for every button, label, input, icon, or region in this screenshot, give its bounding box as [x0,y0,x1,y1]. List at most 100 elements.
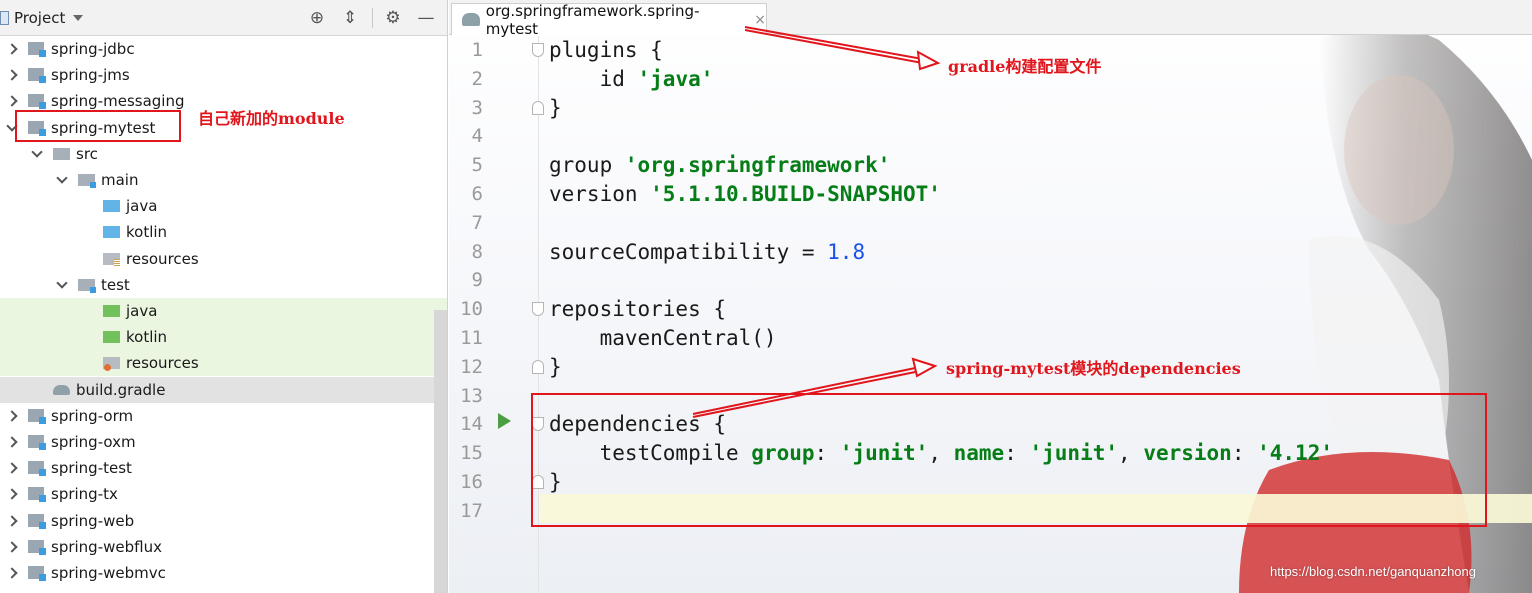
tree-item-label: resources [126,249,199,268]
chevron-down-icon[interactable] [73,14,84,21]
chevron-right-icon[interactable] [6,95,18,107]
chevron-right-icon[interactable] [6,462,18,474]
line-number: 11 [460,327,483,349]
code-token: } [549,95,562,120]
chevron-down-icon[interactable] [31,148,43,160]
tree-item-spring-test[interactable]: spring-test [0,455,447,481]
tree-item-java[interactable]: java [0,298,447,324]
tree-item-label: spring-web [51,511,135,530]
line-number: 15 [460,442,483,465]
gear-icon[interactable]: ⚙ [382,7,404,29]
tree-item-spring-jdbc[interactable]: spring-jdbc [0,36,447,62]
code-line[interactable]: group 'org.springframework' [549,151,890,180]
code-line[interactable]: } [549,94,562,123]
header-divider [372,7,373,28]
line-number: 5 [471,154,483,177]
target-icon[interactable]: ⊕ [306,7,328,29]
code-line[interactable]: version '5.1.10.BUILD-SNAPSHOT' [549,180,941,209]
watermark: https://blog.csdn.net/ganquanzhong [1270,564,1476,579]
tree-item-spring-oxm[interactable]: spring-oxm [0,429,447,455]
code-token: repositories { [549,297,727,322]
tab-build-gradle[interactable]: org.springframework.spring-mytest × [451,1,767,38]
code-token: sourceCompatibility = [549,239,828,264]
chevron-right-icon[interactable] [6,515,18,527]
annotation-new-module: 自己新加的module [198,109,345,128]
module-icon [28,565,46,581]
tree-item-spring-tx[interactable]: spring-tx [0,481,447,507]
code-token: 'org.springframework' [624,153,891,178]
chevron-right-icon[interactable] [6,43,18,55]
tree-item-label: java [126,197,158,216]
project-panel-header: Project ⊕ ⇕ ⚙ — [0,0,447,36]
line-number: 12 [460,355,483,378]
tree-item-main[interactable]: main [0,167,447,193]
chevron-right-icon[interactable] [6,567,18,579]
tree-item-label: main [101,171,139,189]
chevron-right-icon[interactable] [6,410,18,422]
tree-item-java[interactable]: java [0,193,447,219]
tree-item-resources[interactable]: resources [0,246,447,272]
chevron-right-icon[interactable] [6,436,18,448]
module-icon [28,408,46,424]
code-token: plugins { [549,38,663,62]
line-number: 1 [471,39,483,61]
tree-item-label: spring-oxm [51,433,136,451]
chevron-right-icon[interactable] [6,541,18,553]
tree-item-kotlin[interactable]: kotlin [0,324,447,351]
tree-item-spring-jms[interactable]: spring-jms [0,62,447,88]
code-line[interactable]: plugins { [549,36,663,65]
chevron-down-icon[interactable] [56,174,68,186]
code-line[interactable]: sourceCompatibility = 1.8 [549,238,865,267]
line-number: 13 [460,384,483,407]
folder-icon [103,251,121,267]
chevron-right-icon[interactable] [6,69,18,81]
module-icon [28,41,46,57]
tree-item-test[interactable]: test [0,272,447,298]
tree-item-resources[interactable]: resources [0,350,447,377]
module-icon [28,513,46,529]
tree-item-spring-web[interactable]: spring-web [0,508,447,534]
tree-item-src[interactable]: src [0,141,447,167]
code-line[interactable]: id 'java' [549,65,714,94]
annotation-gradle-config: gradle构建配置文件 [948,57,1102,76]
module-highlight-box [15,110,181,142]
tree-scrollbar[interactable] [434,310,447,593]
close-icon[interactable]: × [754,12,766,28]
fold-marker-icon[interactable] [532,302,544,317]
tree-item-spring-webmvc[interactable]: spring-webmvc [0,560,447,586]
tree-item-kotlin[interactable]: kotlin [0,219,447,245]
tree-item-label: src [76,144,98,163]
line-number: 2 [471,67,483,90]
code-token: '5.1.10.BUILD-SNAPSHOT' [650,182,941,206]
code-token: version [549,182,651,206]
tree-item-spring-orm[interactable]: spring-orm [0,403,447,429]
tree-item-label: spring-webflux [51,537,162,556]
tree-item-spring-webflux[interactable]: spring-webflux [0,534,447,560]
annotation-dependencies: spring-mytest模块的dependencies [946,359,1241,378]
code-token: id [549,66,638,91]
folder-icon [78,172,96,188]
chevron-down-icon[interactable] [56,279,68,291]
run-icon[interactable] [498,413,511,429]
tree-item-build.gradle[interactable]: build.gradle [0,376,447,403]
tree-item-label: build.gradle [76,380,166,399]
fold-marker-icon[interactable] [532,43,544,57]
tree-item-label: kotlin [126,223,168,242]
code-token: 1.8 [827,239,866,264]
minimize-icon[interactable]: — [415,7,437,29]
code-token: group [549,153,625,178]
project-panel: Project ⊕ ⇕ ⚙ — spring-jdbc spring-jms spr… [0,0,448,593]
code-line[interactable]: repositories { [549,295,726,324]
tab-label: org.springframework.spring-mytest [485,1,700,38]
line-number: 9 [471,269,483,292]
code-line[interactable]: } [549,353,562,382]
tree-item-label: kotlin [126,328,168,347]
project-view-selector[interactable]: Project [14,9,65,27]
fold-marker-icon[interactable] [532,100,544,115]
fold-marker-icon[interactable] [532,359,544,374]
folder-icon [78,277,96,293]
code-line[interactable]: mavenCentral() [549,324,777,353]
chevron-right-icon[interactable] [6,488,18,500]
line-number: 8 [471,240,483,263]
collapse-icon[interactable]: ⇕ [339,7,361,29]
